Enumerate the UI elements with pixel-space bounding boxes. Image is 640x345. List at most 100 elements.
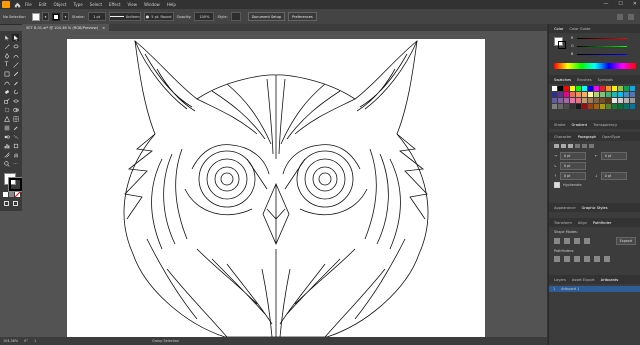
menu-view[interactable]: View: [128, 2, 138, 7]
artboard-list-row[interactable]: 1 Artboard 1: [549, 286, 640, 292]
document-tab-close-icon[interactable]: ×: [102, 26, 105, 30]
column-graph-tool-icon[interactable]: [3, 142, 10, 149]
tab-asset-export[interactable]: Asset Export: [572, 278, 595, 282]
document-setup-button[interactable]: Document Setup: [247, 12, 286, 21]
color-swatch[interactable]: [552, 98, 557, 103]
pencil-tool-icon[interactable]: [12, 79, 19, 86]
rotation-value[interactable]: 0°: [24, 339, 28, 343]
owl-line-art[interactable]: [67, 39, 485, 337]
hyphenate-checkbox[interactable]: [554, 182, 560, 188]
color-spectrum[interactable]: [554, 63, 636, 69]
zoom-level[interactable]: 104.36%: [3, 339, 18, 343]
brush-definition[interactable]: ● 5 pt. Round: [143, 12, 174, 21]
tab-layers[interactable]: Layers: [554, 278, 566, 282]
minimize-icon[interactable]: —: [603, 1, 608, 7]
variable-width-profile[interactable]: Uniform: [108, 12, 141, 21]
color-swatch[interactable]: [612, 92, 617, 97]
divide-icon[interactable]: [554, 256, 560, 262]
selection-tool-icon[interactable]: [3, 34, 10, 41]
color-swatch[interactable]: [570, 98, 575, 103]
color-swatch[interactable]: [570, 86, 575, 91]
color-swatch[interactable]: [558, 98, 563, 103]
stroke-swatch[interactable]: [52, 12, 60, 21]
direct-selection-tool-icon[interactable]: [12, 34, 19, 41]
color-swatch[interactable]: [588, 86, 593, 91]
outline-icon[interactable]: [594, 256, 600, 262]
first-line-indent-field[interactable]: 0 pt: [559, 162, 586, 170]
color-swatch[interactable]: [606, 86, 611, 91]
tab-color[interactable]: Color: [554, 27, 563, 31]
zoom-tool-icon[interactable]: [3, 160, 10, 167]
scale-tool-icon[interactable]: [3, 97, 10, 104]
color-swatch[interactable]: [576, 98, 581, 103]
tab-stroke[interactable]: Stroke: [554, 123, 565, 127]
free-transform-tool-icon[interactable]: [3, 106, 10, 113]
space-after-field[interactable]: 0 pt: [600, 172, 627, 180]
color-swatch[interactable]: [552, 92, 557, 97]
line-segment-tool-icon[interactable]: [12, 61, 19, 68]
color-swatch[interactable]: [600, 86, 605, 91]
space-before-field[interactable]: 0 pt: [559, 172, 586, 180]
color-swatch[interactable]: [582, 86, 587, 91]
tab-graphic-styles[interactable]: Graphic Styles: [582, 206, 608, 210]
preferences-button[interactable]: Preferences: [288, 12, 317, 21]
color-swatch[interactable]: [606, 92, 611, 97]
color-swatch[interactable]: [570, 92, 575, 97]
color-swatch[interactable]: [576, 104, 581, 109]
color-swatch[interactable]: [618, 92, 623, 97]
align-center-icon[interactable]: [561, 144, 566, 148]
hand-tool-icon[interactable]: [12, 151, 19, 158]
artboard[interactable]: [67, 39, 485, 337]
left-indent-field[interactable]: 0 pt: [559, 152, 586, 160]
type-tool-icon[interactable]: T: [3, 61, 10, 68]
tab-swatches[interactable]: Swatches: [554, 78, 571, 82]
color-swatch[interactable]: [558, 104, 563, 109]
blue-slider[interactable]: [577, 54, 627, 55]
justify-left-icon[interactable]: [575, 144, 580, 148]
tab-appearance[interactable]: Appearance: [554, 206, 576, 210]
color-swatch[interactable]: [576, 86, 581, 91]
color-swatch[interactable]: [606, 98, 611, 103]
screen-mode-icon[interactable]: [12, 200, 19, 207]
document-tab[interactable]: SET 8-01.ai* @ 104.36 % (RGB/Preview) ×: [22, 24, 110, 31]
color-swatch[interactable]: [612, 104, 617, 109]
tab-align[interactable]: Align: [578, 221, 587, 225]
slice-tool-icon[interactable]: [3, 151, 10, 158]
color-swatch[interactable]: [630, 86, 635, 91]
shape-builder-tool-icon[interactable]: [12, 106, 19, 113]
shaper-tool-icon[interactable]: [3, 79, 10, 86]
intersect-icon[interactable]: [574, 238, 580, 244]
color-swatch[interactable]: [582, 92, 587, 97]
tab-brushes[interactable]: Brushes: [577, 78, 591, 82]
tab-character[interactable]: Character: [554, 135, 572, 139]
crop-icon[interactable]: [584, 256, 590, 262]
opacity-field[interactable]: 100%: [194, 12, 215, 21]
fill-swatch[interactable]: [32, 12, 40, 21]
width-tool-icon[interactable]: [12, 97, 19, 104]
arrange-documents-icon[interactable]: [617, 13, 623, 20]
merge-icon[interactable]: [574, 256, 580, 262]
perspective-grid-tool-icon[interactable]: [3, 115, 10, 122]
blend-tool-icon[interactable]: [3, 133, 10, 140]
mesh-tool-icon[interactable]: [12, 115, 19, 122]
color-swatch[interactable]: [612, 86, 617, 91]
canvas-area[interactable]: [22, 31, 547, 337]
trim-icon[interactable]: [564, 256, 570, 262]
tab-color-guide[interactable]: Color Guide: [569, 27, 590, 31]
none-mode-icon[interactable]: [14, 191, 21, 198]
color-swatch[interactable]: [594, 98, 599, 103]
color-swatch[interactable]: [564, 104, 569, 109]
color-swatch[interactable]: [618, 98, 623, 103]
color-swatch[interactable]: [624, 86, 629, 91]
symbol-sprayer-tool-icon[interactable]: [12, 133, 19, 140]
edit-toolbar-icon[interactable]: ···: [12, 160, 19, 167]
color-swatch[interactable]: [624, 104, 629, 109]
color-swatch[interactable]: [558, 92, 563, 97]
color-swatch[interactable]: [582, 98, 587, 103]
pen-tool-icon[interactable]: [3, 52, 10, 59]
color-swatch[interactable]: [588, 104, 593, 109]
color-swatch[interactable]: [570, 104, 575, 109]
menu-help[interactable]: Help: [167, 2, 176, 7]
home-icon[interactable]: [13, 1, 21, 8]
tab-gradient[interactable]: Gradient: [571, 123, 587, 127]
